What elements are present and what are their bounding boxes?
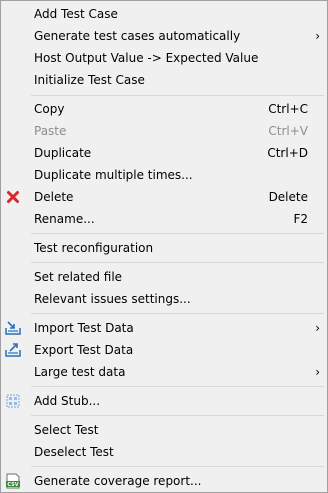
menu-item-initialize-test-case[interactable]: Initialize Test Case xyxy=(1,69,327,91)
menu-item-large-test-data[interactable]: Large test data › xyxy=(1,361,327,383)
stub-icon xyxy=(5,393,21,409)
menu-item-label: Generate coverage report... xyxy=(34,474,202,488)
menu-item-shortcut: Delete xyxy=(268,190,308,204)
menu-item-test-reconfiguration[interactable]: Test reconfiguration xyxy=(1,237,327,259)
menu-separator xyxy=(31,95,324,96)
menu-item-label: Paste xyxy=(34,124,67,138)
menu-item-label: Export Test Data xyxy=(34,343,134,357)
menu-item-import-test-data[interactable]: Import Test Data › xyxy=(1,317,327,339)
menu-item-label: Duplicate multiple times... xyxy=(34,168,193,182)
menu-item-shortcut: F2 xyxy=(293,212,308,226)
menu-separator xyxy=(31,466,324,467)
menu-item-generate-test-cases[interactable]: Generate test cases automatically › xyxy=(1,25,327,47)
menu-item-label: Initialize Test Case xyxy=(34,73,145,87)
menu-item-shortcut: Ctrl+D xyxy=(267,146,308,160)
menu-item-label: Deselect Test xyxy=(34,445,114,459)
menu-separator xyxy=(31,415,324,416)
menu-item-label: Add Stub... xyxy=(34,394,101,408)
submenu-arrow-icon: › xyxy=(315,321,320,335)
menu-item-label: Add Test Case xyxy=(34,7,118,21)
csv-icon-text: CSV xyxy=(7,482,18,488)
menu-item-label: Rename... xyxy=(34,212,95,226)
menu-item-host-output[interactable]: Host Output Value -> Expected Value xyxy=(1,47,327,69)
red-x-icon xyxy=(5,189,21,205)
menu-item-add-stub[interactable]: Add Stub... xyxy=(1,390,327,412)
context-menu: Add Test Case Generate test cases automa… xyxy=(0,0,328,493)
menu-item-delete[interactable]: Delete Delete xyxy=(1,186,327,208)
menu-item-label: Test reconfiguration xyxy=(34,241,154,255)
menu-separator xyxy=(31,262,324,263)
export-data-icon xyxy=(5,342,21,358)
menu-separator xyxy=(31,386,324,387)
submenu-arrow-icon: › xyxy=(315,365,320,379)
csv-file-icon: CSV xyxy=(5,473,21,489)
import-data-icon xyxy=(5,320,21,336)
menu-item-select-test[interactable]: Select Test xyxy=(1,419,327,441)
menu-item-label: Host Output Value -> Expected Value xyxy=(34,51,259,65)
menu-item-label: Relevant issues settings... xyxy=(34,292,191,306)
menu-item-add-test-case[interactable]: Add Test Case xyxy=(1,3,327,25)
menu-item-label: Set related file xyxy=(34,270,123,284)
menu-item-relevant-issues[interactable]: Relevant issues settings... xyxy=(1,288,327,310)
menu-item-label: Large test data xyxy=(34,365,126,379)
menu-item-label: Select Test xyxy=(34,423,99,437)
menu-item-duplicate-multiple[interactable]: Duplicate multiple times... xyxy=(1,164,327,186)
submenu-arrow-icon: › xyxy=(315,29,320,43)
menu-item-label: Duplicate xyxy=(34,146,92,160)
menu-item-export-test-data[interactable]: Export Test Data xyxy=(1,339,327,361)
menu-item-shortcut: Ctrl+C xyxy=(268,102,308,116)
menu-item-label: Import Test Data xyxy=(34,321,134,335)
menu-separator xyxy=(31,313,324,314)
menu-item-shortcut: Ctrl+V xyxy=(268,124,308,138)
menu-item-label: Generate test cases automatically xyxy=(34,29,241,43)
menu-item-label: Delete xyxy=(34,190,74,204)
menu-item-label: Copy xyxy=(34,102,65,116)
menu-item-deselect-test[interactable]: Deselect Test xyxy=(1,441,327,463)
menu-item-paste: Paste Ctrl+V xyxy=(1,120,327,142)
menu-item-duplicate[interactable]: Duplicate Ctrl+D xyxy=(1,142,327,164)
menu-item-rename[interactable]: Rename... F2 xyxy=(1,208,327,230)
menu-separator xyxy=(31,233,324,234)
menu-item-set-related-file[interactable]: Set related file xyxy=(1,266,327,288)
menu-item-copy[interactable]: Copy Ctrl+C xyxy=(1,98,327,120)
menu-item-generate-coverage[interactable]: CSV Generate coverage report... xyxy=(1,470,327,492)
